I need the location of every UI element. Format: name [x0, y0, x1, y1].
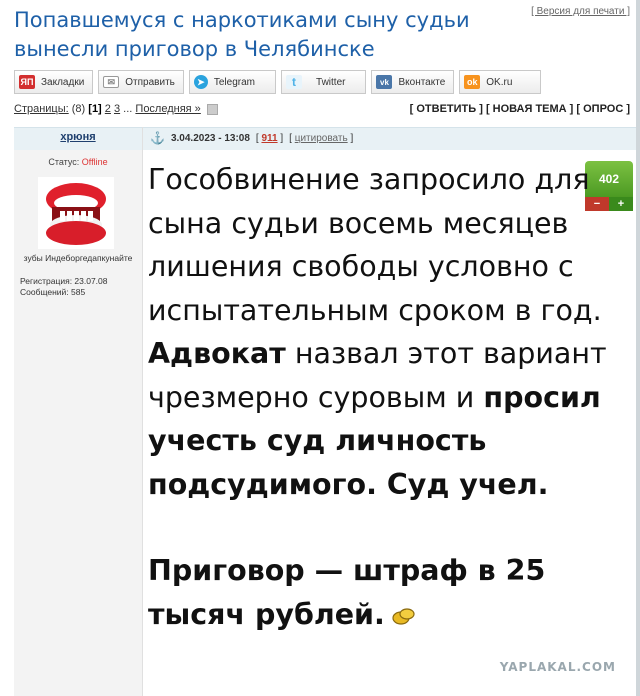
- post-paragraph-2: Приговор — штраф в 25 тысяч рублей.: [148, 554, 546, 631]
- share-bookmarks-button[interactable]: ЯП Закладки: [14, 70, 94, 94]
- topic-title: Попавшемуся с наркотиками сыну судьи вын…: [14, 8, 470, 61]
- share-label: OK.ru: [486, 76, 513, 88]
- right-border: [636, 0, 640, 696]
- anchor-icon[interactable]: ⚓: [150, 131, 165, 145]
- forum-page: Попавшемуся с наркотиками сыну судьи вын…: [0, 0, 640, 696]
- avatar: [38, 177, 114, 249]
- reply-button[interactable]: [ ОТВЕТИТЬ ]: [410, 103, 483, 115]
- vk-icon: vk: [376, 75, 393, 89]
- share-email-button[interactable]: ✉ Отправить: [98, 70, 184, 94]
- column-divider: [142, 127, 143, 696]
- twitter-icon: t: [286, 75, 303, 89]
- post-datetime: 3.04.2023 - 13:08: [170, 132, 250, 144]
- current-page: [1]: [88, 103, 102, 115]
- new-topic-button[interactable]: [ НОВАЯ ТЕМА ]: [486, 103, 573, 115]
- envelope-icon: ✉: [103, 76, 120, 88]
- poll-button[interactable]: [ ОПРОС ]: [576, 103, 630, 115]
- author-info: Регистрация: 23.07.08 Сообщений: 585: [20, 276, 108, 298]
- post-paragraph-1: Гособвинение запросило для сына судьи во…: [148, 163, 607, 501]
- print-version-link[interactable]: [ Версия для печати ]: [531, 6, 630, 17]
- share-bar: ЯП Закладки ✉ Отправить ➤ Telegram t Twi…: [14, 70, 542, 94]
- last-page-link[interactable]: Последняя »: [135, 103, 200, 115]
- message-count: Сообщений: 585: [20, 287, 86, 297]
- topic-actions: [ ОТВЕТИТЬ ] [ НОВАЯ ТЕМА ] [ ОПРОС ]: [410, 103, 630, 115]
- page-2-link[interactable]: 2: [105, 103, 111, 115]
- page-count: (8): [71, 103, 86, 115]
- share-label: Telegram: [213, 76, 256, 88]
- share-label: Twitter: [316, 76, 346, 88]
- share-label: Отправить: [125, 76, 175, 88]
- yandex-bookmarks-icon: ЯП: [19, 75, 35, 89]
- registration-date: Регистрация: 23.07.08: [20, 276, 108, 286]
- share-ok-button[interactable]: ok OK.ru: [459, 70, 542, 94]
- share-label: Вконтакте: [398, 76, 446, 88]
- post-author-link[interactable]: хрюня: [14, 131, 142, 143]
- post-number-link[interactable]: [ 911 ]: [256, 133, 283, 144]
- odnoklassniki-icon: ok: [464, 75, 481, 89]
- pages-dropdown-icon[interactable]: [206, 103, 218, 115]
- share-label: Закладки: [41, 76, 85, 88]
- author-status: Статус: Offline: [48, 157, 108, 167]
- post-body: Гособвинение запросило для сына судьи во…: [148, 158, 618, 636]
- share-vk-button[interactable]: vk Вконтакте: [371, 70, 455, 94]
- pagination: Страницы: (8) [1] 2 3 ... Последняя »: [14, 103, 218, 115]
- post-meta: ⚓ 3.04.2023 - 13:08 [ 911 ] [ цитировать…: [150, 131, 353, 145]
- share-twitter-button[interactable]: t Twitter: [281, 70, 367, 94]
- status-offline: Offline: [81, 157, 108, 167]
- pager-label: Страницы:: [14, 103, 69, 115]
- share-telegram-button[interactable]: ➤ Telegram: [188, 70, 277, 94]
- page-3-link[interactable]: 3: [114, 103, 120, 115]
- cite-link[interactable]: [ цитировать ]: [289, 133, 353, 144]
- site-watermark: YAPLAKAL.COM: [499, 660, 616, 674]
- telegram-icon: ➤: [193, 75, 208, 89]
- pager-ellipsis: ...: [123, 103, 133, 115]
- author-nick: зубы Индеборгедапкунайте: [23, 253, 133, 263]
- coins-emoji-icon: [392, 607, 415, 625]
